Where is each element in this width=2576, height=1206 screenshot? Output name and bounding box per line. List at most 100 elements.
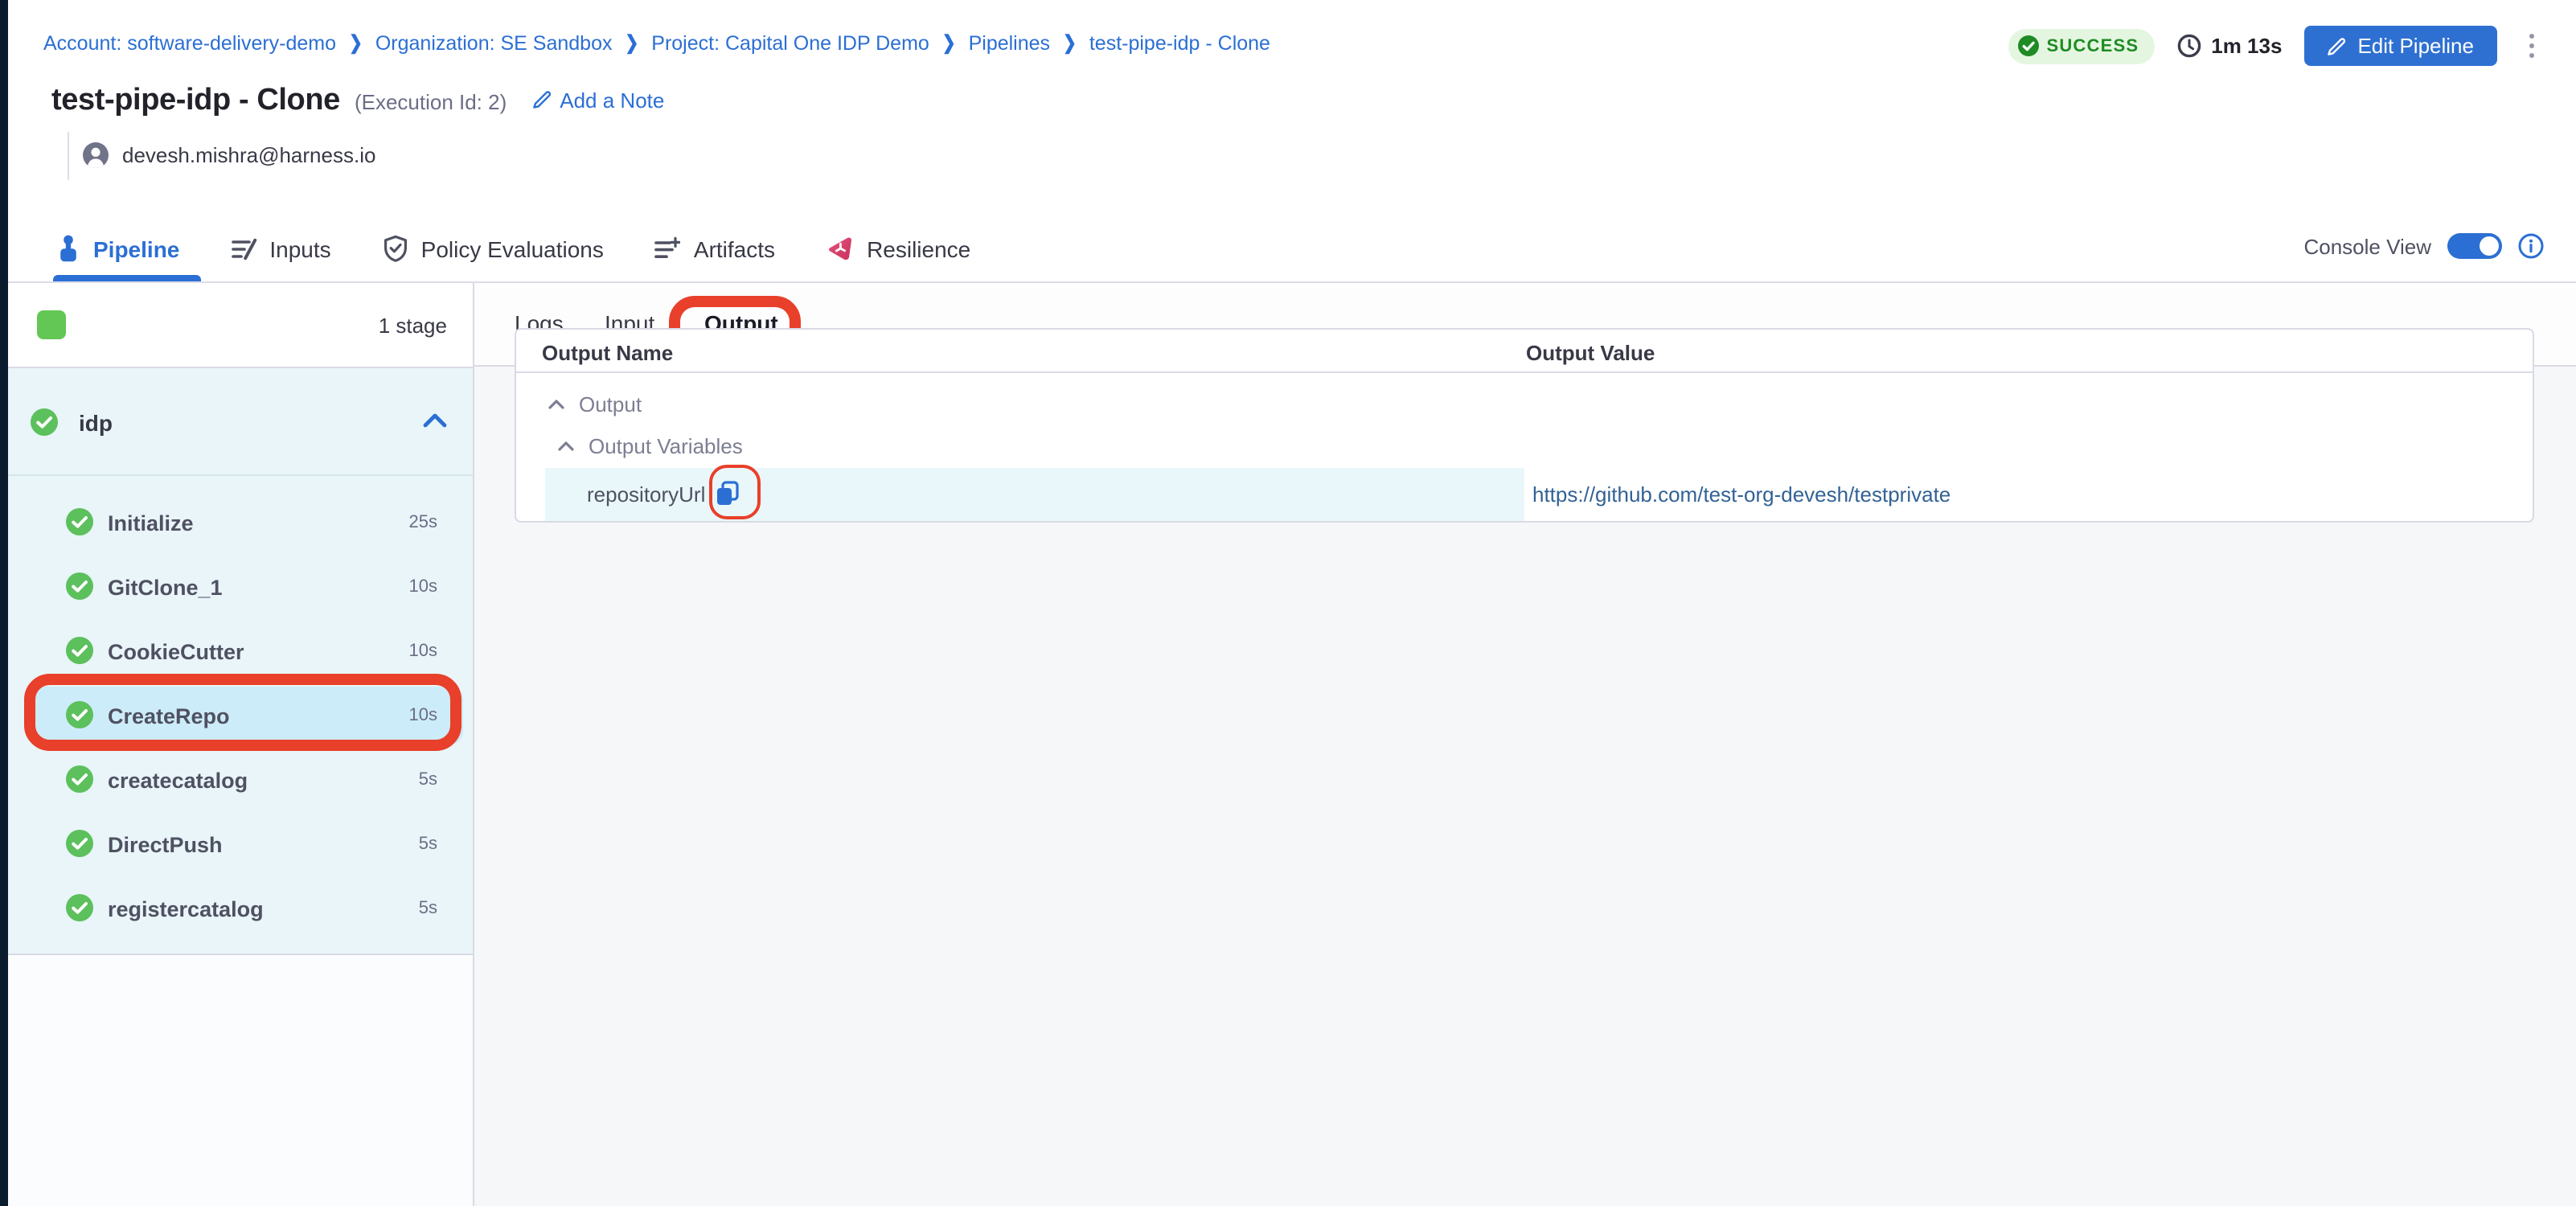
console-view-toggle[interactable] <box>2447 233 2502 259</box>
chevron-up-icon[interactable] <box>423 413 447 428</box>
group-label: Output <box>579 392 642 416</box>
user-email: devesh.mishra@harness.io <box>122 143 375 167</box>
tab-pipeline-label: Pipeline <box>93 236 179 261</box>
tab-inputs[interactable]: Inputs <box>231 236 330 261</box>
user-avatar-icon <box>82 142 109 169</box>
chevron-right-icon: ❯ <box>349 33 363 54</box>
artifacts-icon <box>655 236 681 261</box>
page-title: test-pipe-idp - Clone <box>51 84 340 119</box>
success-check-icon <box>66 637 93 664</box>
check-circle-icon <box>2017 35 2038 56</box>
clock-icon <box>2177 34 2201 58</box>
stage-sidebar: 1 stage idp Initialize 25s <box>8 283 474 1206</box>
stage-section: idp Initialize 25s GitClone_1 10s <box>8 368 473 955</box>
execution-duration: 1m 13s <box>2177 34 2282 58</box>
add-note-label: Add a Note <box>560 88 664 112</box>
execution-header: Account: software-delivery-demo ❯ Organi… <box>8 0 2576 283</box>
pencil-icon <box>532 90 552 109</box>
pipeline-icon <box>56 235 80 262</box>
status-badge: SUCCESS <box>2008 28 2155 64</box>
success-check-icon <box>31 408 58 436</box>
step-name: CreateRepo <box>108 704 230 728</box>
step-duration: 10s <box>409 642 438 661</box>
step-row-registercatalog[interactable]: registercatalog 5s <box>8 876 473 941</box>
chevron-up-icon <box>558 440 574 451</box>
add-note-link[interactable]: Add a Note <box>532 88 664 112</box>
tab-pipeline[interactable]: Pipeline <box>56 235 179 262</box>
title-row: test-pipe-idp - Clone (Execution Id: 2) … <box>51 84 664 119</box>
success-check-icon <box>66 830 93 857</box>
duration-label: 1m 13s <box>2211 34 2282 58</box>
info-icon[interactable] <box>2518 233 2544 259</box>
success-check-icon <box>66 508 93 535</box>
tab-policy-evaluations-label: Policy Evaluations <box>421 236 604 261</box>
breadcrumb-current-pipeline[interactable]: test-pipe-idp - Clone <box>1089 32 1270 55</box>
harness-pipeline-execution-page: Account: software-delivery-demo ❯ Organi… <box>0 0 2576 1206</box>
step-detail-panel: Logs Input Output Output Name Output Val… <box>474 283 2576 1206</box>
step-name: registercatalog <box>108 897 264 921</box>
group-row-output[interactable]: Output <box>548 383 642 425</box>
breadcrumb: Account: software-delivery-demo ❯ Organi… <box>43 32 1270 55</box>
tab-resilience[interactable]: Resilience <box>827 235 970 262</box>
stage-minimap-header: 1 stage <box>8 283 473 368</box>
step-duration: 25s <box>409 513 438 532</box>
step-row-cookiecutter[interactable]: CookieCutter 10s <box>8 619 473 683</box>
execution-id: (Execution Id: 2) <box>355 90 507 114</box>
step-row-createcatalog[interactable]: createcatalog 5s <box>8 748 473 812</box>
copy-icon[interactable] <box>716 481 740 507</box>
output-variable-value[interactable]: https://github.com/test-org-devesh/testp… <box>1532 482 1950 507</box>
inputs-icon <box>231 236 256 261</box>
step-name: createcatalog <box>108 769 248 793</box>
column-output-name: Output Name <box>542 341 673 365</box>
chevron-up-icon <box>548 398 564 409</box>
breadcrumb-project[interactable]: Project: Capital One IDP Demo <box>651 32 929 55</box>
edit-pipeline-label: Edit Pipeline <box>2357 34 2474 58</box>
divider <box>68 132 69 180</box>
tab-artifacts[interactable]: Artifacts <box>655 236 775 261</box>
success-check-icon <box>66 572 93 600</box>
stage-count-label: 1 stage <box>379 314 447 338</box>
step-row-directpush[interactable]: DirectPush 5s <box>8 812 473 876</box>
active-tab-underline <box>53 275 201 281</box>
step-duration: 10s <box>409 706 438 725</box>
step-name: CookieCutter <box>108 640 244 664</box>
step-list: Initialize 25s GitClone_1 10s CookieCutt… <box>8 490 473 941</box>
column-output-value: Output Value <box>1526 341 1655 365</box>
step-duration: 10s <box>409 577 438 597</box>
step-duration: 5s <box>419 770 437 790</box>
step-duration: 5s <box>419 835 437 854</box>
stage-name: idp <box>79 410 113 436</box>
execution-tab-bar: Pipeline Inputs Policy Evaluations <box>56 235 970 262</box>
stage-minimap-node[interactable] <box>37 310 66 339</box>
console-view-label: Console View <box>2303 234 2431 258</box>
breadcrumb-organization[interactable]: Organization: SE Sandbox <box>375 32 613 55</box>
chevron-right-icon: ❯ <box>1063 33 1077 54</box>
group-row-output-variables[interactable]: Output Variables <box>558 425 743 466</box>
chevron-right-icon: ❯ <box>626 33 639 54</box>
more-options-menu[interactable] <box>2519 27 2544 65</box>
breadcrumb-account[interactable]: Account: software-delivery-demo <box>43 32 336 55</box>
chevron-right-icon: ❯ <box>942 33 956 54</box>
breadcrumb-pipelines[interactable]: Pipelines <box>969 32 1050 55</box>
step-name: Initialize <box>108 511 194 535</box>
success-check-icon <box>66 894 93 921</box>
shield-check-icon <box>383 235 408 262</box>
tab-policy-evaluations[interactable]: Policy Evaluations <box>383 235 604 262</box>
success-check-icon <box>66 765 93 793</box>
group-label: Output Variables <box>589 433 743 457</box>
step-name: DirectPush <box>108 833 223 857</box>
tab-resilience-label: Resilience <box>867 236 970 261</box>
step-row-gitclone[interactable]: GitClone_1 10s <box>8 555 473 619</box>
stage-row-idp[interactable]: idp <box>8 368 473 476</box>
edit-pipeline-button[interactable]: Edit Pipeline <box>2304 26 2496 66</box>
step-row-createrepo[interactable]: CreateRepo 10s <box>8 683 473 748</box>
triggered-by: devesh.mishra@harness.io <box>82 142 375 169</box>
status-badge-label: SUCCESS <box>2046 36 2139 55</box>
resilience-icon <box>827 235 854 262</box>
step-row-initialize[interactable]: Initialize 25s <box>8 490 473 555</box>
collapsed-nav-rail <box>0 0 8 1206</box>
output-variable-name: repositoryUrl <box>587 482 705 507</box>
output-table-header: Output Name Output Value <box>516 330 2533 373</box>
header-actions: SUCCESS 1m 13s Edit Pipeline <box>2008 26 2544 66</box>
step-duration: 5s <box>419 899 437 918</box>
